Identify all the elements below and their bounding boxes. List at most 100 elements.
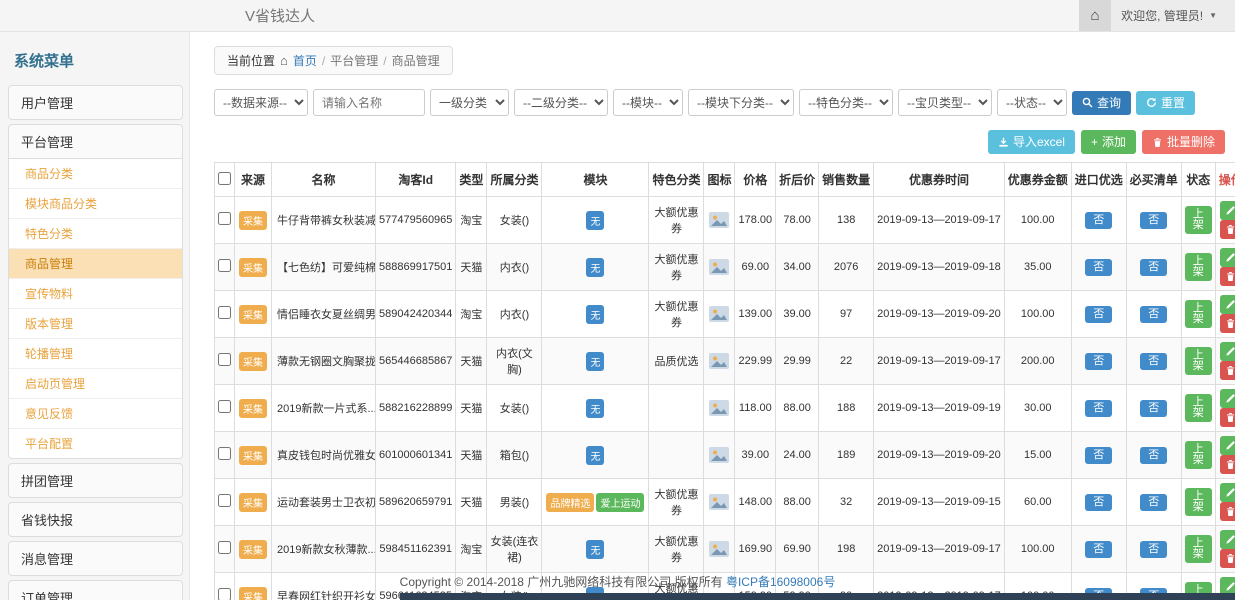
filter-select[interactable]: --特色分类--: [799, 89, 893, 116]
batch-delete-button[interactable]: 批量删除: [1142, 130, 1225, 154]
row-checkbox[interactable]: [218, 541, 231, 554]
sidebar-subitem[interactable]: 启动页管理: [9, 369, 182, 399]
filter-select[interactable]: --状态--: [997, 89, 1067, 116]
sidebar-subitem[interactable]: 商品分类: [9, 159, 182, 189]
edit-button[interactable]: [1220, 342, 1235, 361]
import-select-toggle[interactable]: 否: [1085, 259, 1112, 276]
row-checkbox[interactable]: [218, 494, 231, 507]
reset-button[interactable]: 重置: [1136, 91, 1195, 115]
name-search-input[interactable]: [313, 89, 425, 116]
delete-button[interactable]: [1220, 408, 1235, 427]
import-select-toggle[interactable]: 否: [1085, 447, 1112, 464]
must-buy-toggle[interactable]: 否: [1140, 494, 1167, 511]
sidebar-subitem[interactable]: 特色分类: [9, 219, 182, 249]
coupon-time: 2019-09-13—2019-09-17: [874, 338, 1005, 385]
sidebar-subitem[interactable]: 平台配置: [9, 429, 182, 458]
filter-select[interactable]: --二级分类--: [514, 89, 608, 116]
user-menu[interactable]: 欢迎您, 管理员! ▼: [1111, 0, 1235, 31]
source-badge: 采集: [239, 540, 267, 559]
sidebar-subitem[interactable]: 模块商品分类: [9, 189, 182, 219]
must-buy-toggle[interactable]: 否: [1140, 212, 1167, 229]
discount-price: 39.00: [776, 291, 819, 338]
icp-link[interactable]: 粤ICP备16098006号: [726, 575, 835, 589]
import-select-toggle[interactable]: 否: [1085, 212, 1112, 229]
import-icon: [998, 137, 1009, 148]
edit-button[interactable]: [1220, 530, 1235, 549]
coupon-time: 2019-09-13—2019-09-20: [874, 291, 1005, 338]
price: 39.00: [735, 432, 776, 479]
search-button[interactable]: 查询: [1072, 91, 1131, 115]
delete-button[interactable]: [1220, 220, 1235, 239]
sidebar-subitem[interactable]: 意见反馈: [9, 399, 182, 429]
batch-delete-label: 批量删除: [1167, 136, 1215, 148]
module-cell: 无: [542, 197, 649, 244]
product-category: 内衣(): [487, 291, 542, 338]
status-toggle[interactable]: 上架: [1185, 300, 1212, 328]
status-toggle[interactable]: 上架: [1185, 488, 1212, 516]
edit-button[interactable]: [1220, 483, 1235, 502]
sidebar-subitem[interactable]: 商品管理: [9, 249, 182, 279]
import-select-toggle[interactable]: 否: [1085, 353, 1112, 370]
module-badge: 无: [586, 446, 604, 465]
product-thumbnail: [709, 541, 729, 557]
delete-button[interactable]: [1220, 455, 1235, 474]
edit-button[interactable]: [1220, 248, 1235, 267]
sidebar-item[interactable]: 拼团管理: [9, 464, 182, 497]
delete-button[interactable]: [1220, 549, 1235, 568]
delete-button[interactable]: [1220, 267, 1235, 286]
must-buy-toggle[interactable]: 否: [1140, 400, 1167, 417]
edit-button[interactable]: [1220, 201, 1235, 220]
sidebar-subitem[interactable]: 轮播管理: [9, 339, 182, 369]
sidebar-item[interactable]: 用户管理: [9, 86, 182, 119]
import-select-toggle[interactable]: 否: [1085, 400, 1112, 417]
sidebar-item[interactable]: 省钱快报: [9, 503, 182, 536]
product-category: 女装(): [487, 197, 542, 244]
must-buy-toggle[interactable]: 否: [1140, 541, 1167, 558]
status-toggle[interactable]: 上架: [1185, 347, 1212, 375]
breadcrumb-home-link[interactable]: 首页: [293, 52, 317, 69]
import-excel-button[interactable]: 导入excel: [988, 130, 1075, 154]
row-checkbox[interactable]: [218, 353, 231, 366]
filter-select[interactable]: --数据来源--: [214, 89, 308, 116]
sidebar-subitem[interactable]: 宣传物料: [9, 279, 182, 309]
must-buy-toggle[interactable]: 否: [1140, 259, 1167, 276]
column-header: 图标: [704, 163, 735, 197]
delete-button[interactable]: [1220, 314, 1235, 333]
sidebar-item[interactable]: 消息管理: [9, 542, 182, 575]
status-toggle[interactable]: 上架: [1185, 253, 1212, 281]
must-buy-toggle[interactable]: 否: [1140, 306, 1167, 323]
edit-button[interactable]: [1220, 389, 1235, 408]
filter-select[interactable]: 一级分类: [430, 89, 509, 116]
status-toggle[interactable]: 上架: [1185, 394, 1212, 422]
row-checkbox[interactable]: [218, 447, 231, 460]
import-select-toggle[interactable]: 否: [1085, 494, 1112, 511]
delete-button[interactable]: [1220, 502, 1235, 521]
status-toggle[interactable]: 上架: [1185, 535, 1212, 563]
import-select-toggle[interactable]: 否: [1085, 306, 1112, 323]
source-cell: 采集: [235, 244, 272, 291]
status-toggle[interactable]: 上架: [1185, 441, 1212, 469]
sidebar-subitem[interactable]: 版本管理: [9, 309, 182, 339]
footer: Copyright © 2014-2018 广州九驰网络科技有限公司 版权所有 …: [0, 573, 1235, 590]
taoke-id: 601000601341: [376, 432, 456, 479]
status-toggle[interactable]: 上架: [1185, 206, 1212, 234]
row-checkbox[interactable]: [218, 306, 231, 319]
select-all-checkbox[interactable]: [218, 172, 231, 185]
row-checkbox[interactable]: [218, 259, 231, 272]
row-checkbox[interactable]: [218, 400, 231, 413]
row-checkbox[interactable]: [218, 212, 231, 225]
edit-button[interactable]: [1220, 295, 1235, 314]
must-buy-toggle[interactable]: 否: [1140, 447, 1167, 464]
home-button[interactable]: ⌂: [1079, 0, 1111, 31]
filter-select[interactable]: --模块--: [613, 89, 683, 116]
must-buy-toggle[interactable]: 否: [1140, 353, 1167, 370]
filter-select[interactable]: --宝贝类型--: [898, 89, 992, 116]
import-select-toggle[interactable]: 否: [1085, 541, 1112, 558]
edit-button[interactable]: [1220, 436, 1235, 455]
filter-select[interactable]: --模块下分类--: [688, 89, 794, 116]
add-button[interactable]: + 添加: [1081, 130, 1136, 154]
sidebar-item[interactable]: 平台管理: [9, 125, 182, 158]
delete-button[interactable]: [1220, 361, 1235, 380]
product-thumbnail: [709, 353, 729, 369]
discount-price: 88.00: [776, 385, 819, 432]
